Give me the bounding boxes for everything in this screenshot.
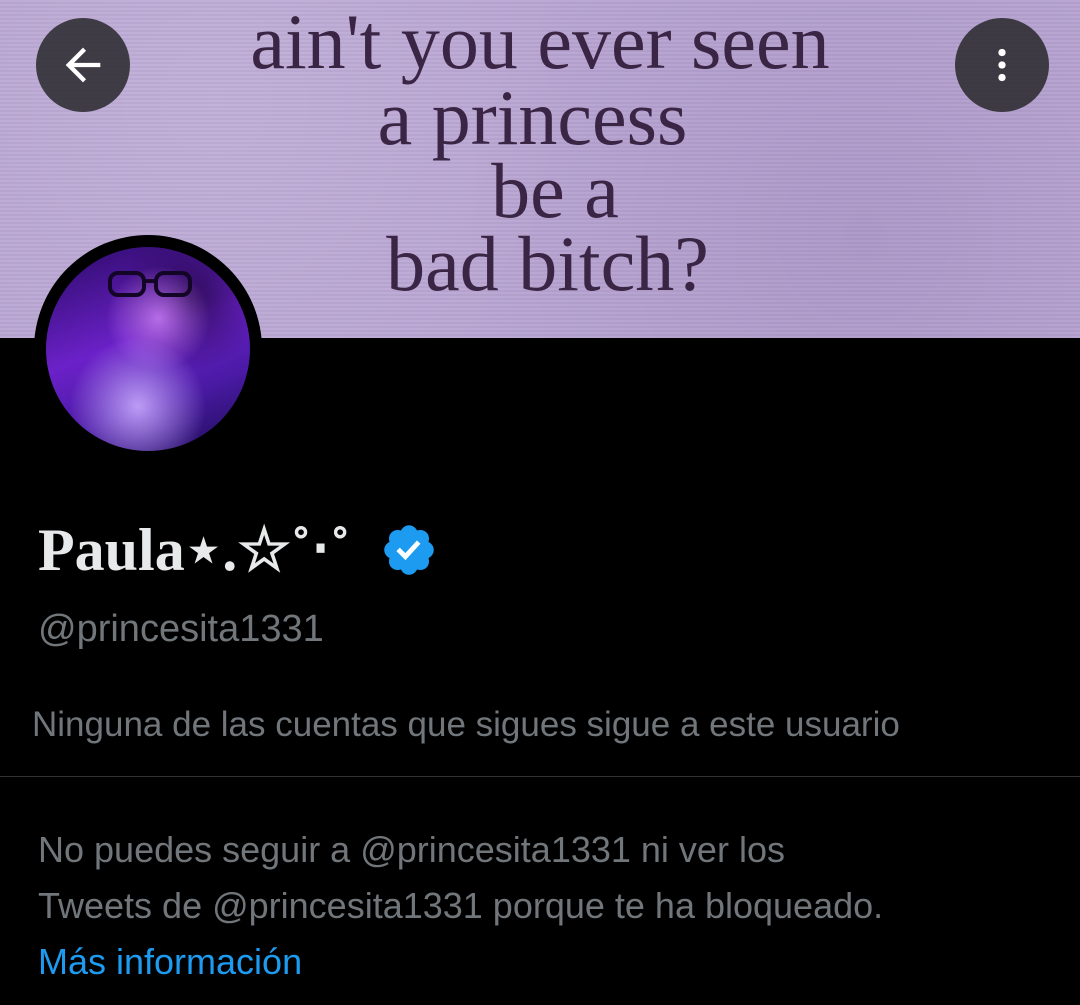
banner-line: ain't you ever seen xyxy=(250,0,830,85)
avatar-container[interactable] xyxy=(34,235,262,463)
avatar[interactable] xyxy=(46,247,250,451)
followers-you-know-note[interactable]: Ninguna de las cuentas que sigues sigue … xyxy=(32,705,900,745)
blocked-notice: No puedes seguir a @princesita1331 ni ve… xyxy=(38,822,1058,990)
back-button[interactable] xyxy=(36,18,130,112)
blocked-notice-line: Tweets de @princesita1331 porque te ha b… xyxy=(38,885,884,926)
learn-more-link[interactable]: Más información xyxy=(38,934,302,990)
verified-badge-icon[interactable] xyxy=(380,521,438,579)
blocked-notice-line: No puedes seguir a @princesita1331 ni ve… xyxy=(38,829,785,870)
name-row: Paula⋆.☆˚‧˚ xyxy=(38,510,438,590)
more-options-button[interactable] xyxy=(955,18,1049,112)
more-vertical-icon xyxy=(998,48,1006,82)
display-name: Paula⋆.☆˚‧˚ xyxy=(38,517,351,583)
banner-line: a princess xyxy=(377,74,688,161)
banner-line: be a xyxy=(491,147,619,234)
avatar-photo xyxy=(108,271,192,297)
arrow-left-icon xyxy=(65,47,101,83)
profile-handle: @princesita1331 xyxy=(38,608,324,650)
divider xyxy=(0,776,1080,777)
